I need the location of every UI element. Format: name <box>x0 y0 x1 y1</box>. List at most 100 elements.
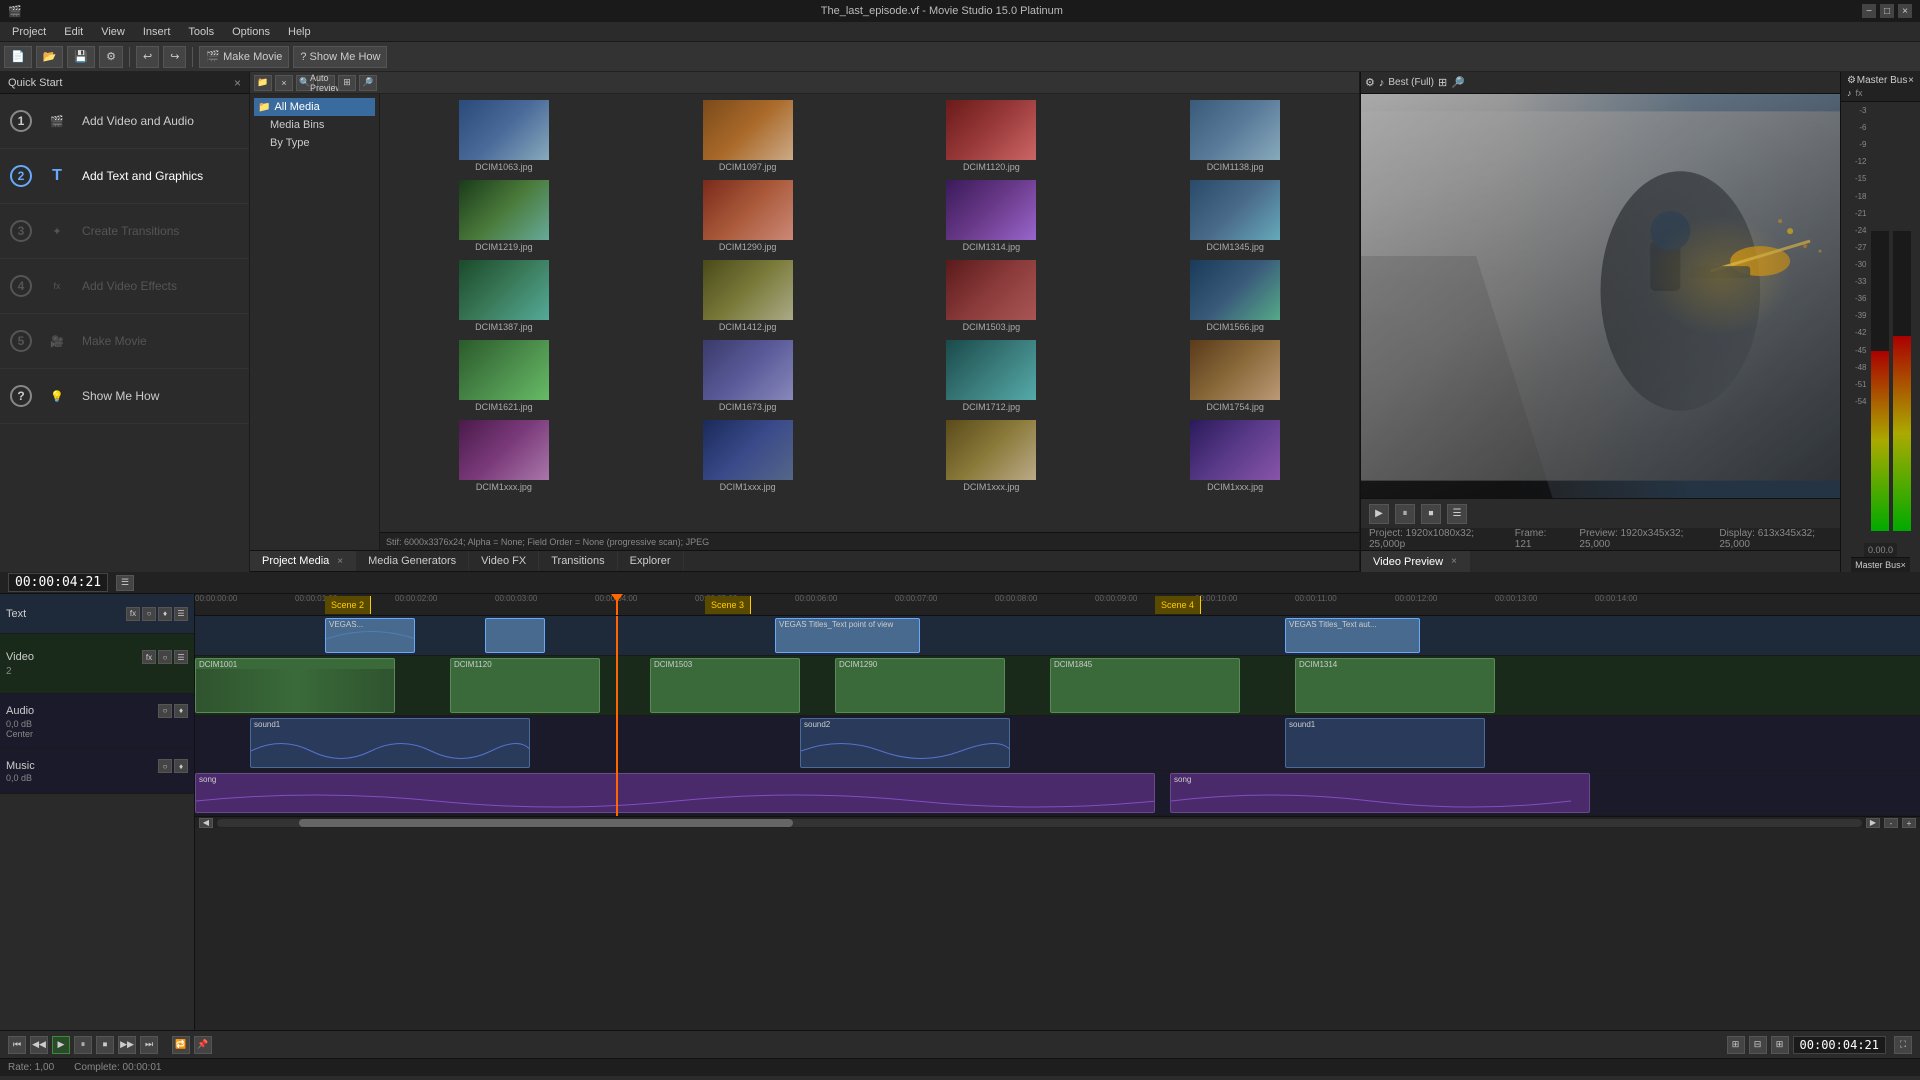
menu-edit[interactable]: Edit <box>56 24 91 40</box>
tab-transitions[interactable]: Transitions <box>539 551 617 571</box>
text-clip-4[interactable]: VEGAS Titles_Text aut... <box>1285 618 1420 653</box>
track-text-fx[interactable]: fx <box>126 607 140 621</box>
pb-loop[interactable]: 🔁 <box>172 1036 190 1054</box>
media-thumb-20[interactable]: DCIM1xxx.jpg <box>1115 418 1355 494</box>
quickstart-make-movie[interactable]: 5 🎥 Make Movie <box>0 314 249 369</box>
media-thumb-6[interactable]: DCIM1290.jpg <box>628 178 868 254</box>
media-thumb-1[interactable]: DCIM1063.jpg <box>384 98 624 174</box>
close-button[interactable]: × <box>1898 4 1912 18</box>
redo-button[interactable]: ↪ <box>163 46 186 68</box>
media-thumb-13[interactable]: DCIM1621.jpg <box>384 338 624 414</box>
timeline-btn-1[interactable]: ☰ <box>116 575 134 591</box>
audio-clip-2[interactable]: sound2 <box>800 718 1010 768</box>
master-bus-eq-icon[interactable]: ♪ <box>1847 88 1852 98</box>
minimize-button[interactable]: − <box>1862 4 1876 18</box>
audio-clip-1[interactable]: sound1 <box>250 718 530 768</box>
quickstart-add-text[interactable]: 2 T Add Text and Graphics <box>0 149 249 204</box>
master-bus-settings-icon[interactable]: ⚙ <box>1847 75 1856 86</box>
preview-settings-icon[interactable]: ⚙ <box>1365 76 1375 89</box>
preview-eq-icon[interactable]: ♪ <box>1379 77 1385 89</box>
quickstart-create-transitions[interactable]: 3 ✦ Create Transitions <box>0 204 249 259</box>
media-zoom-btn[interactable]: 🔎 <box>359 75 377 91</box>
master-bus-tab-close[interactable]: × <box>1901 560 1906 570</box>
track-audio-solo[interactable]: ♦ <box>174 704 188 718</box>
track-video-menu[interactable]: ☰ <box>174 650 188 664</box>
media-thumb-11[interactable]: DCIM1503.jpg <box>872 258 1112 334</box>
tab-project-media-close[interactable]: × <box>337 556 343 567</box>
pb-extra-3[interactable]: ⊞ <box>1771 1036 1789 1054</box>
open-button[interactable]: 📂 <box>36 46 64 68</box>
quick-start-close[interactable]: × <box>234 76 241 90</box>
media-close-btn[interactable]: × <box>275 75 293 91</box>
media-thumb-10[interactable]: DCIM1412.jpg <box>628 258 868 334</box>
media-grid-btn[interactable]: ⊞ <box>338 75 356 91</box>
scrollbar-track[interactable] <box>217 819 1862 827</box>
zoom-in-btn[interactable]: + <box>1902 818 1916 828</box>
quickstart-show-me-how[interactable]: ? 💡 Show Me How <box>0 369 249 424</box>
media-auto-preview-btn[interactable]: Auto Preview <box>317 75 335 91</box>
text-clip-2[interactable] <box>485 618 545 653</box>
quickstart-add-effects[interactable]: 4 fx Add Video Effects <box>0 259 249 314</box>
preview-play-btn[interactable]: ▶ <box>1369 504 1389 524</box>
pb-go-end[interactable]: ⏭ <box>140 1036 158 1054</box>
menu-insert[interactable]: Insert <box>135 24 179 40</box>
menu-options[interactable]: Options <box>224 24 278 40</box>
video-clip-2[interactable]: DCIM1120 <box>450 658 600 713</box>
pb-extra-1[interactable]: ⊞ <box>1727 1036 1745 1054</box>
scroll-right-btn[interactable]: ▶ <box>1866 818 1880 828</box>
tab-video-fx[interactable]: Video FX <box>469 551 539 571</box>
text-clip-3[interactable]: VEGAS Titles_Text point of view <box>775 618 920 653</box>
make-movie-button[interactable]: 🎬 Make Movie <box>199 46 289 68</box>
audio-clip-3[interactable]: sound1 <box>1285 718 1485 768</box>
menu-project[interactable]: Project <box>4 24 54 40</box>
track-video-mute[interactable]: ○ <box>158 650 172 664</box>
media-thumb-17[interactable]: DCIM1xxx.jpg <box>384 418 624 494</box>
media-thumb-16[interactable]: DCIM1754.jpg <box>1115 338 1355 414</box>
tab-video-preview-close[interactable]: × <box>1451 556 1457 567</box>
media-thumb-12[interactable]: DCIM1566.jpg <box>1115 258 1355 334</box>
track-audio-mute[interactable]: ○ <box>158 704 172 718</box>
track-video-fx[interactable]: fx <box>142 650 156 664</box>
zoom-out-btn[interactable]: - <box>1884 818 1898 828</box>
media-thumb-18[interactable]: DCIM1xxx.jpg <box>628 418 868 494</box>
media-thumb-19[interactable]: DCIM1xxx.jpg <box>872 418 1112 494</box>
media-thumb-8[interactable]: DCIM1345.jpg <box>1115 178 1355 254</box>
video-clip-5[interactable]: DCIM1845 <box>1050 658 1240 713</box>
media-thumb-14[interactable]: DCIM1673.jpg <box>628 338 868 414</box>
tree-media-bins[interactable]: Media Bins <box>254 116 375 134</box>
tree-by-type[interactable]: By Type <box>254 134 375 152</box>
track-music-solo[interactable]: ♦ <box>174 759 188 773</box>
pb-fullscreen[interactable]: ⛶ <box>1894 1036 1912 1054</box>
settings-button[interactable]: ⚙ <box>99 46 123 68</box>
pb-stop[interactable]: ⏹ <box>96 1036 114 1054</box>
new-project-button[interactable]: 📄 <box>4 46 32 68</box>
pb-extra-2[interactable]: ⊟ <box>1749 1036 1767 1054</box>
pb-snap[interactable]: 📌 <box>194 1036 212 1054</box>
music-clip-1[interactable]: song <box>195 773 1155 813</box>
media-folder-btn[interactable]: 📁 <box>254 75 272 91</box>
preview-stop-btn[interactable]: ⏹ <box>1421 504 1441 524</box>
preview-pause-btn[interactable]: ⏸ <box>1395 504 1415 524</box>
quickstart-add-video[interactable]: 1 🎬 Add Video and Audio <box>0 94 249 149</box>
media-thumb-15[interactable]: DCIM1712.jpg <box>872 338 1112 414</box>
show-me-how-button[interactable]: ? Show Me How <box>293 46 387 68</box>
track-text-mute[interactable]: ○ <box>142 607 156 621</box>
tree-all-media[interactable]: 📁 All Media <box>254 98 375 116</box>
save-button[interactable]: 💾 <box>67 46 95 68</box>
pb-forward[interactable]: ▶▶ <box>118 1036 136 1054</box>
menu-help[interactable]: Help <box>280 24 319 40</box>
media-thumb-7[interactable]: DCIM1314.jpg <box>872 178 1112 254</box>
media-thumb-5[interactable]: DCIM1219.jpg <box>384 178 624 254</box>
track-music-mute[interactable]: ○ <box>158 759 172 773</box>
preview-quality-selector[interactable]: Best (Full) <box>1388 77 1434 88</box>
pb-go-start[interactable]: ⏮ <box>8 1036 26 1054</box>
pb-pause[interactable]: ⏸ <box>74 1036 92 1054</box>
scroll-left-btn[interactable]: ◀ <box>199 818 213 828</box>
video-clip-1[interactable]: DCIM1001 <box>195 658 395 713</box>
media-thumb-3[interactable]: DCIM1120.jpg <box>872 98 1112 174</box>
track-text-menu[interactable]: ☰ <box>174 607 188 621</box>
video-clip-6[interactable]: DCIM1314 <box>1295 658 1495 713</box>
menu-tools[interactable]: Tools <box>180 24 222 40</box>
pb-play[interactable]: ▶ <box>52 1036 70 1054</box>
music-clip-2[interactable]: song <box>1170 773 1590 813</box>
